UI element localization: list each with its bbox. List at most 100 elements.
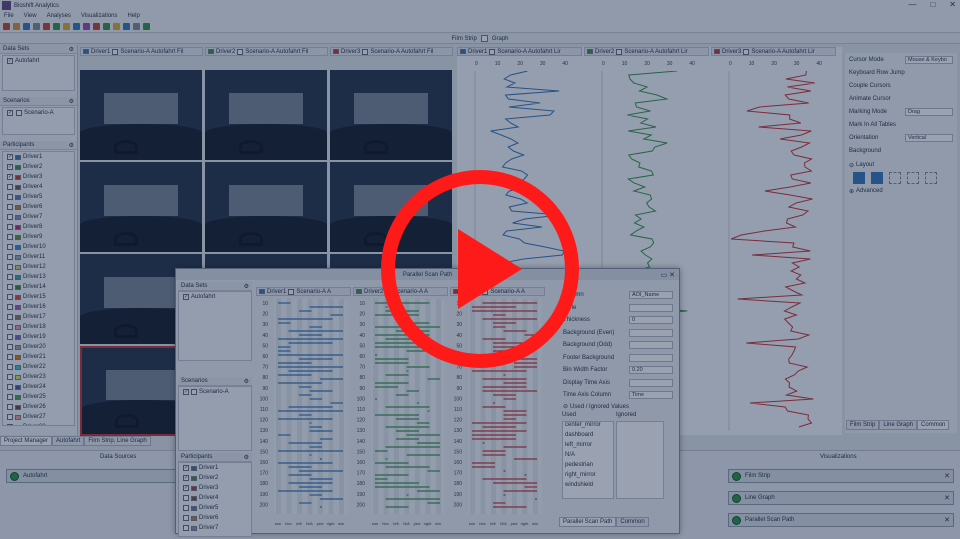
parallel-participant-item[interactable]: ✓ Driver2 <box>179 473 251 483</box>
layout-grid-icon[interactable] <box>889 172 901 184</box>
participant-item[interactable]: ✓ Driver2 <box>3 162 74 172</box>
tab-project-manager[interactable]: Project Manager <box>0 436 53 446</box>
import-icon[interactable] <box>33 23 40 30</box>
parallel-property-value[interactable] <box>629 378 673 387</box>
tab-film-strip[interactable]: Film Strip <box>846 420 880 430</box>
participant-item[interactable]: ✓ Driver3 <box>3 172 74 182</box>
menu-analyses[interactable]: Analyses <box>47 13 71 19</box>
video-frame[interactable] <box>205 162 327 252</box>
video-frame[interactable] <box>80 162 202 252</box>
visualization-node[interactable]: Film Strip ✕ <box>728 469 954 483</box>
participant-checkbox[interactable] <box>7 424 13 425</box>
parallel-property-row[interactable]: Time Axis Column Time <box>559 389 677 402</box>
participant-item[interactable]: Driver23 <box>3 372 74 382</box>
advanced-section[interactable]: ⊕ Advanced <box>845 186 957 196</box>
film-column-header[interactable]: Driver2 Scenario-A Autofahrt Fil <box>205 47 328 56</box>
participant-checkbox[interactable] <box>7 244 13 250</box>
property-row[interactable]: Marking Mode Drag <box>845 105 957 118</box>
participant-item[interactable]: Driver16 <box>3 302 74 312</box>
parallel-scenarios-settings-icon[interactable]: ⚙ <box>244 378 249 385</box>
parallel-participant-item[interactable]: ✓ Driver3 <box>179 483 251 493</box>
participant-checkbox[interactable] <box>7 304 13 310</box>
participant-item[interactable]: Driver6 <box>3 202 74 212</box>
parallel-property-value[interactable]: 0.20 <box>629 366 673 375</box>
parallel-property-value[interactable] <box>629 341 673 350</box>
participant-checkbox[interactable] <box>7 254 13 260</box>
datasets-settings-icon[interactable]: ⚙ <box>69 46 74 53</box>
layout-section[interactable]: ⊖ Layout <box>845 160 957 170</box>
menu-view[interactable]: View <box>24 13 37 19</box>
parallel-participant-item[interactable]: Driver7 <box>179 523 251 533</box>
tab-parallel-common[interactable]: Common <box>616 517 649 527</box>
parallel-property-value[interactable]: AOI_Name <box>629 291 673 300</box>
chart-icon[interactable] <box>43 23 50 30</box>
participant-checkbox[interactable] <box>7 204 13 210</box>
participant-item[interactable]: Driver22 <box>3 362 74 372</box>
property-row[interactable]: Background <box>845 144 957 157</box>
parallel-scenario-item[interactable]: ✓ Scenario-A <box>179 387 251 397</box>
ignored-values-list[interactable] <box>616 420 664 499</box>
parallel-column-header[interactable]: Driver1 Scenario-A A <box>256 287 351 296</box>
participant-checkbox[interactable]: ✓ <box>7 154 13 160</box>
parallel-property-value[interactable] <box>629 353 673 362</box>
participant-item[interactable]: Driver19 <box>3 332 74 342</box>
layout-split-icon[interactable] <box>871 172 883 184</box>
parallel-participant-item[interactable]: Driver4 <box>179 493 251 503</box>
participant-item[interactable]: Driver11 <box>3 252 74 262</box>
participant-checkbox[interactable] <box>7 364 13 370</box>
film-column-header[interactable]: Driver3 Scenario-A Autofahrt Fil <box>330 47 453 56</box>
dataset-checkbox[interactable]: ✓ <box>7 58 13 64</box>
participant-item[interactable]: Driver13 <box>3 272 74 282</box>
used-value-item[interactable]: center_mirror <box>563 422 613 432</box>
graph-column-header[interactable]: Driver2 Scenario-A Autofahrt Lir <box>584 47 709 56</box>
participant-item[interactable]: Driver28 <box>3 422 74 425</box>
export-icon[interactable] <box>123 23 130 30</box>
parallel-window-controls[interactable]: ▭ ✕ <box>661 271 675 279</box>
parallel-property-value[interactable] <box>629 328 673 337</box>
participant-checkbox[interactable] <box>7 264 13 270</box>
scan-path-icon[interactable] <box>83 23 90 30</box>
layout-columns-icon[interactable] <box>925 172 937 184</box>
close-button[interactable]: ✕ <box>949 0 956 9</box>
parallel-property-value[interactable]: 0 <box>629 316 673 325</box>
scenarios-settings-icon[interactable]: ⚙ <box>69 98 74 105</box>
participant-item[interactable]: Driver9 <box>3 232 74 242</box>
used-value-item[interactable]: left_mirror <box>563 442 613 452</box>
tab-autofahrt[interactable]: Autofahrt <box>52 436 85 446</box>
property-row[interactable]: Keyboard Row Jump <box>845 66 957 79</box>
menu-file[interactable]: File <box>4 13 14 19</box>
participant-item[interactable]: Driver26 <box>3 402 74 412</box>
property-row[interactable]: Couple Cursors <box>845 79 957 92</box>
view-split-icon[interactable] <box>480 35 488 42</box>
layout-diagonal-icon[interactable] <box>853 172 865 184</box>
used-value-item[interactable]: dashboard <box>563 432 613 442</box>
remove-visualization-icon[interactable]: ✕ <box>944 494 950 502</box>
participant-item[interactable]: Driver15 <box>3 292 74 302</box>
participant-checkbox[interactable] <box>7 344 13 350</box>
remove-visualization-icon[interactable]: ✕ <box>944 516 950 524</box>
participant-item[interactable]: Driver27 <box>3 412 74 422</box>
participant-checkbox[interactable] <box>7 234 13 240</box>
participant-checkbox[interactable] <box>7 374 13 380</box>
menu-visualizations[interactable]: Visualizations <box>81 13 118 19</box>
used-value-item[interactable]: windshield <box>563 482 613 492</box>
collapse-icon[interactable]: ⊖ <box>849 162 854 169</box>
participant-checkbox[interactable] <box>7 294 13 300</box>
property-value[interactable]: Vertical <box>905 133 953 142</box>
play-button-icon[interactable] <box>380 169 580 369</box>
property-value[interactable]: Mouse & Keybo <box>905 55 953 64</box>
parallel-participant-item[interactable]: Driver5 <box>179 503 251 513</box>
aoi-icon[interactable] <box>103 23 110 30</box>
participants-settings-icon[interactable]: ⚙ <box>69 142 74 149</box>
settings-icon[interactable] <box>133 23 140 30</box>
table-icon[interactable] <box>53 23 60 30</box>
tab-parallel-scan-path[interactable]: Parallel Scan Path <box>559 517 617 527</box>
parallel-property-row[interactable]: Display Time Axis <box>559 377 677 390</box>
used-value-item[interactable]: right_mirror <box>563 472 613 482</box>
participant-checkbox[interactable] <box>7 184 13 190</box>
participant-checkbox[interactable] <box>7 414 13 420</box>
statistics-icon[interactable] <box>113 23 120 30</box>
property-row[interactable]: Cursor Mode Mouse & Keybo <box>845 53 957 66</box>
participant-item[interactable]: Driver12 <box>3 262 74 272</box>
parallel-participant-item[interactable]: Driver6 <box>179 513 251 523</box>
